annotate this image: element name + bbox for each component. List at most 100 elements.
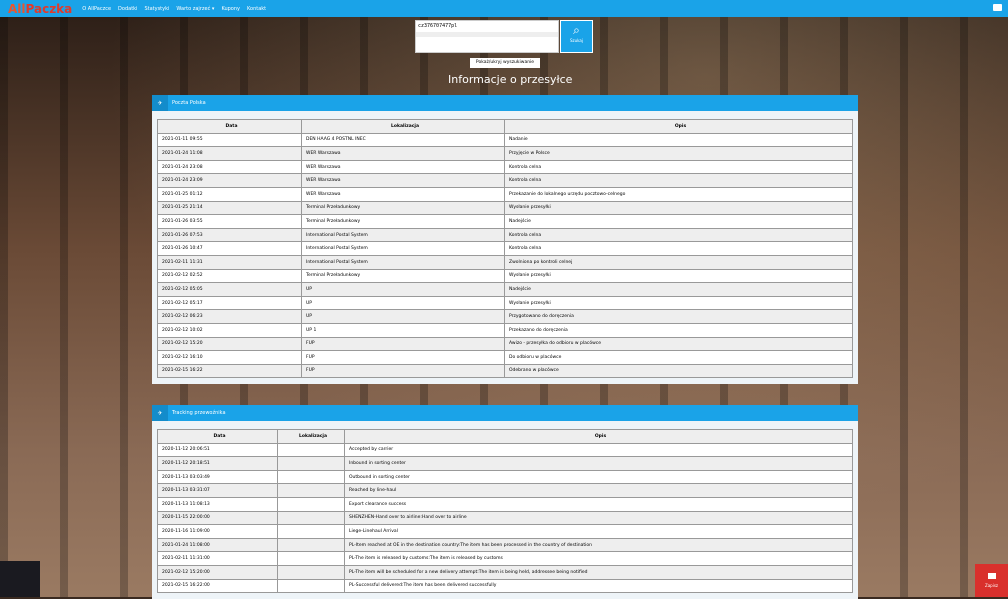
table-cell: PL-Item reached at OE in the destination… — [344, 537, 853, 553]
nav-item[interactable]: Dodatki — [118, 6, 137, 12]
table-row: 2021-01-24 11:08:00 PL-Item reached at OE… — [157, 537, 853, 553]
table-cell: Export clearance success — [344, 496, 853, 512]
search-button[interactable]: ⌕ Szukaj — [560, 20, 593, 53]
table-row: 2021-02-12 06:23 UP Przygotowano do doręcz… — [157, 309, 853, 324]
table-cell: Accepted by carrier — [344, 442, 853, 458]
table-cell: Do odbioru w placówce — [504, 350, 853, 365]
table-cell: Kontrola celna — [504, 227, 853, 243]
table-row: 2020-11-16 11:09:00 Liege-Linehaul Arriva… — [157, 524, 853, 539]
column-header: Lokalizacja — [277, 429, 345, 444]
table-cell: 2020-11-13 11:08:13 — [157, 496, 278, 512]
column-header: Lokalizacja — [301, 119, 505, 134]
table-cell: WER Warszawa — [301, 159, 505, 175]
table-cell: 2020-11-12 20:18:51 — [157, 456, 278, 471]
save-button[interactable]: Zapisz — [975, 564, 1008, 597]
table-cell: 2021-01-26 03:55 — [157, 214, 302, 229]
table-cell: 2021-01-26 10:47 — [157, 241, 302, 256]
table-cell: Przekazanie do lokalnego urzędu pocztowo… — [504, 186, 853, 202]
panel-title: Tracking przewoźnika — [172, 410, 226, 416]
table-cell: International Postal System — [301, 227, 505, 243]
table-row: 2020-11-13 03:31:07 Reached by line-haul — [157, 483, 853, 498]
table-cell: Nadejście — [504, 282, 853, 297]
nav-item[interactable]: Statystyki — [144, 6, 169, 12]
table-cell — [277, 578, 345, 594]
table-cell: 2021-02-12 06:23 — [157, 309, 302, 324]
table-cell: Kontrola celna — [504, 241, 853, 256]
table-cell: 2021-02-12 02:52 — [157, 268, 302, 284]
panel-title: Poczta Polska — [172, 100, 206, 106]
table-row: 2021-01-24 11:08 WER Warszawa Przyjęcie w … — [157, 146, 853, 161]
tracking-table: Data Lokalizacja Opis 2021-01-11 09:55 DEN H… — [157, 119, 853, 379]
table-row: 2020-11-15 22:00:00 SHENZHEN-Hand over to… — [157, 510, 853, 526]
navbar: AllPaczka O AllPaczce Dodatki Statystyki… — [0, 0, 1008, 17]
table-cell: 2021-01-24 11:08 — [157, 146, 302, 161]
table-cell — [277, 496, 345, 512]
toggle-search-button[interactable]: Pokaż/ukryj wyszukiwanie — [470, 58, 540, 68]
table-cell: 2020-11-13 03:31:07 — [157, 483, 278, 498]
table-cell: Liege-Linehaul Arrival — [344, 524, 853, 539]
folder-icon[interactable] — [993, 4, 1002, 11]
table-cell: 2020-11-13 03:03:49 — [157, 469, 278, 485]
table-row: 2021-01-26 03:55 Terminal Przeładunkowy Na… — [157, 214, 853, 229]
table-cell: Terminal Przeładunkowy — [301, 268, 505, 284]
page-title: Informacje o przesyłce — [448, 73, 573, 86]
table-cell: Wysłanie przesyłki — [504, 268, 853, 284]
table-cell: 2021-02-12 15:20 — [157, 336, 302, 352]
table-cell: PL-The item will be scheduled for a new … — [344, 564, 853, 580]
table-cell: Kontrola celna — [504, 159, 853, 175]
table-row: 2021-02-12 15:20:00 PL-The item will be s… — [157, 564, 853, 580]
nav-item-dropdown[interactable]: Warto zajrzeć ▾ — [176, 6, 214, 12]
table-row: 2021-01-26 10:47 International Postal Sys… — [157, 241, 853, 256]
table-cell: Wysłanie przesyłki — [504, 200, 853, 216]
table-cell: 2021-01-24 11:08:00 — [157, 537, 278, 553]
search-input[interactable]: cz376707477pl — [415, 20, 559, 53]
table-cell: FUP — [301, 350, 505, 365]
table-cell: 2021-01-24 23:09 — [157, 173, 302, 188]
table-cell: Wysłanie przesyłki — [504, 295, 853, 311]
table-cell — [277, 524, 345, 539]
table-row: 2021-02-12 15:20 FUP Awizo - przesyłka do … — [157, 336, 853, 352]
table-cell: PL-Successful delivered:The item has bee… — [344, 578, 853, 594]
table-cell: UP — [301, 295, 505, 311]
table-row: 2021-01-24 23:09 WER Warszawa Kontrola cel… — [157, 173, 853, 188]
table-cell: Terminal Przeładunkowy — [301, 200, 505, 216]
table-cell: WER Warszawa — [301, 186, 505, 202]
table-cell: Reached by line-haul — [344, 483, 853, 498]
nav-item[interactable]: O AllPaczce — [82, 6, 111, 12]
logo[interactable]: AllPaczka — [8, 2, 72, 16]
table-cell: International Postal System — [301, 254, 505, 270]
table-row: 2020-11-13 11:08:13 Export clearance succ… — [157, 496, 853, 512]
table-cell: Nadejście — [504, 214, 853, 229]
table-cell: 2020-11-15 22:00:00 — [157, 510, 278, 526]
table-cell: UP — [301, 309, 505, 324]
table-cell: Przyjęcie w Polsce — [504, 146, 853, 161]
table-cell: 2021-02-12 10:02 — [157, 322, 302, 338]
plane-icon: ✈ — [152, 405, 168, 421]
table-cell: International Postal System — [301, 241, 505, 256]
table-row: 2021-02-12 10:02 UP 1 Przekazano do doręcz… — [157, 322, 853, 338]
table-cell: WER Warszawa — [301, 173, 505, 188]
table-row: 2021-02-11 11:31:00 PL-The item is releas… — [157, 551, 853, 566]
table-row: 2021-02-15 16:22:00 PL-Successful deliver… — [157, 578, 853, 594]
nav-item[interactable]: Kontakt — [247, 6, 266, 12]
table-cell — [277, 469, 345, 485]
table-cell: Przekazano do doręczenia — [504, 322, 853, 338]
table-cell: 2021-01-26 07:53 — [157, 227, 302, 243]
table-cell — [277, 483, 345, 498]
table-cell — [277, 537, 345, 553]
table-cell: 2021-02-11 11:31 — [157, 254, 302, 270]
table-cell: Zwolniona po kontroli celnej — [504, 254, 853, 270]
table-cell — [277, 510, 345, 526]
table-cell: Przygotowano do doręczenia — [504, 309, 853, 324]
table-row: 2021-01-11 09:55 DEN HAAG 4 POSTNL INEC Na… — [157, 132, 853, 148]
table-row: 2021-02-12 16:10 FUP Do odbioru w placówce — [157, 350, 853, 365]
table-cell: UP 1 — [301, 322, 505, 338]
table-row: 2020-11-12 20:06:51 Accepted by carrier — [157, 442, 853, 458]
table-cell: SHENZHEN-Hand over to airline:Hand over … — [344, 510, 853, 526]
table-cell: 2021-02-15 16:22:00 — [157, 578, 278, 594]
ad-thumbnail[interactable] — [0, 561, 40, 597]
plane-icon: ✈ — [152, 95, 168, 111]
nav-item-coupons[interactable]: Kupony — [221, 6, 240, 12]
table-cell: 2020-11-16 11:09:00 — [157, 524, 278, 539]
table-cell: Kontrola celna — [504, 173, 853, 188]
